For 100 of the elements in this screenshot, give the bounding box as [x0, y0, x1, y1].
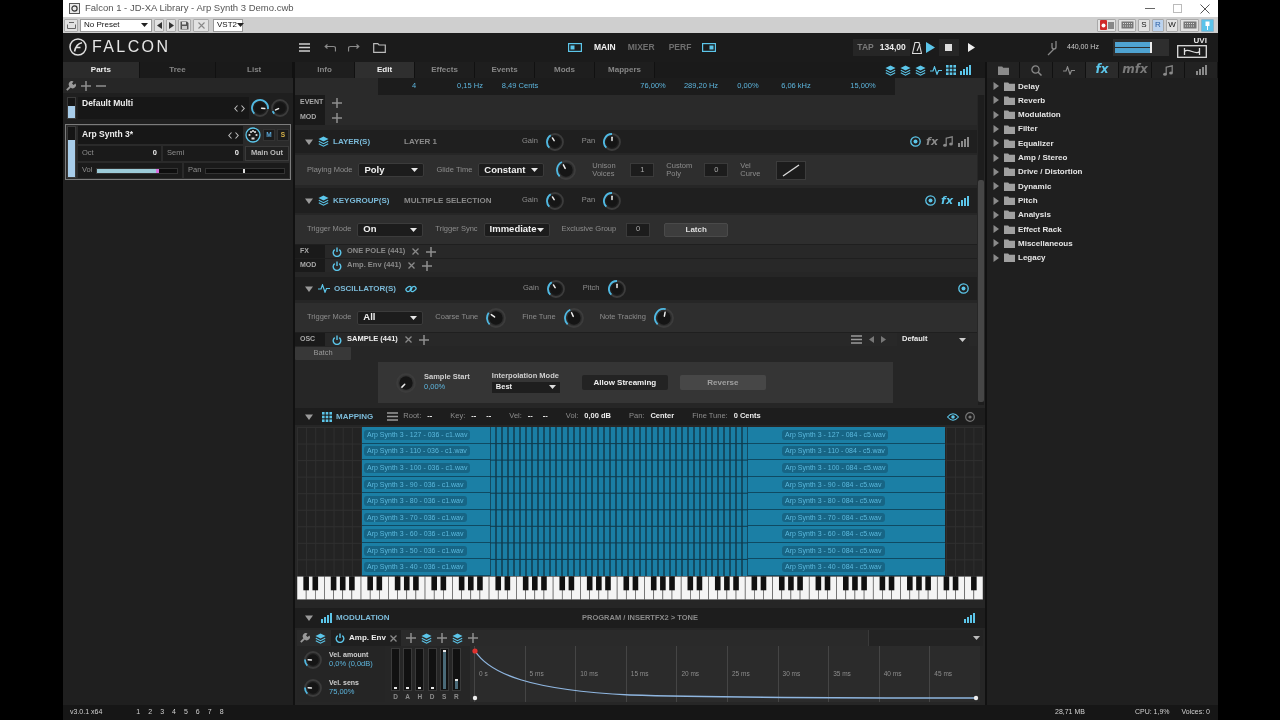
plus-icon[interactable] — [426, 246, 437, 257]
bar-chart-icon[interactable] — [958, 195, 969, 206]
knob[interactable] — [546, 279, 565, 298]
envelope-node[interactable] — [973, 695, 979, 701]
play-icon[interactable] — [925, 42, 935, 53]
browser-tab[interactable]: fx — [1086, 62, 1119, 78]
folder-item[interactable]: Equalizer — [992, 136, 1218, 151]
chevron-left-icon[interactable] — [234, 104, 238, 112]
chevron-right-icon[interactable] — [241, 104, 245, 112]
effects-toggle[interactable]: fx — [941, 195, 953, 206]
grid-icon[interactable] — [946, 65, 956, 75]
pan-slider[interactable] — [205, 167, 285, 174]
tempo-value[interactable]: 134,00 — [879, 42, 906, 53]
bar-chart-icon[interactable] — [964, 613, 975, 623]
envelope-slider[interactable] — [391, 648, 400, 691]
expand-arrow-icon[interactable] — [992, 210, 1000, 219]
scrollbar-thumb[interactable] — [978, 180, 984, 402]
panel-tab[interactable]: Parts — [63, 62, 140, 78]
expand-arrow-icon[interactable] — [992, 196, 1000, 205]
envelope-slider[interactable] — [427, 648, 437, 691]
music-note-icon[interactable] — [1163, 64, 1173, 76]
plus-icon[interactable] — [467, 633, 478, 643]
envelope-slider[interactable] — [415, 648, 425, 691]
param-button[interactable]: Latch — [664, 222, 729, 237]
folder-item[interactable]: Drive / Distortion — [992, 164, 1218, 180]
layers-icon[interactable] — [318, 195, 329, 206]
dropdown[interactable]: All — [357, 310, 424, 325]
folder-item[interactable]: Miscellaneous — [992, 236, 1218, 251]
redo-icon[interactable] — [348, 43, 360, 52]
midi-icon[interactable] — [245, 127, 261, 143]
knob[interactable] — [304, 651, 322, 669]
layers-icon[interactable] — [451, 632, 463, 644]
part-name[interactable]: Default Multi — [82, 99, 133, 109]
folder-icon[interactable] — [373, 42, 386, 53]
keyboard-button[interactable] — [1180, 18, 1199, 32]
knob[interactable] — [251, 99, 269, 117]
knob[interactable] — [556, 160, 577, 180]
knob[interactable] — [486, 307, 507, 328]
folder-item[interactable]: Dynamic — [992, 179, 1218, 194]
dropdown[interactable]: On — [357, 222, 424, 237]
panel-toggle-icon[interactable] — [568, 43, 582, 52]
layers-icon[interactable] — [420, 632, 432, 644]
power-icon[interactable] — [332, 260, 342, 271]
eye-icon[interactable] — [947, 412, 959, 421]
plus-icon[interactable] — [81, 80, 91, 91]
toggle-button[interactable]: Allow Streaming — [581, 375, 668, 390]
browser-tab[interactable] — [1053, 62, 1086, 78]
editor-tab[interactable]: Events — [475, 62, 535, 78]
scrollbar[interactable] — [978, 95, 984, 405]
format-dropdown[interactable]: VST2 — [213, 18, 243, 32]
waveform-icon[interactable] — [930, 65, 942, 75]
folder-item[interactable]: Legacy — [992, 250, 1218, 265]
browser-tab[interactable]: mfx — [1119, 62, 1152, 78]
grid-icon[interactable] — [322, 411, 332, 422]
wrench-icon[interactable] — [300, 633, 310, 643]
panel-toggle-icon[interactable] — [702, 43, 717, 52]
preset-dropdown[interactable]: No Preset — [80, 18, 152, 32]
expand-arrow-icon[interactable] — [992, 82, 1000, 91]
close-icon[interactable] — [389, 634, 397, 642]
expand-arrow-icon[interactable] — [305, 412, 313, 421]
volume-slider[interactable] — [96, 167, 178, 174]
effects-toggle[interactable]: fx — [926, 136, 938, 147]
remove-button[interactable] — [193, 18, 209, 32]
envelope-node[interactable] — [472, 695, 478, 701]
knob[interactable] — [545, 191, 564, 210]
expand-arrow-icon[interactable] — [992, 125, 1000, 134]
expand-arrow-icon[interactable] — [305, 196, 313, 205]
bar-chart-icon[interactable] — [960, 65, 971, 75]
editor-tab[interactable]: Mods — [535, 62, 595, 78]
tap-label[interactable]: TAP — [857, 42, 874, 53]
wrench-icon[interactable] — [66, 80, 76, 91]
browser-tab[interactable] — [1152, 62, 1185, 78]
expand-arrow-icon[interactable] — [992, 239, 1000, 248]
knob[interactable] — [603, 132, 622, 151]
keyboard-button[interactable] — [1118, 18, 1136, 32]
expand-arrow-icon[interactable] — [305, 284, 313, 293]
metronome-icon[interactable] — [911, 41, 922, 54]
dropdown[interactable]: Poly — [358, 163, 425, 177]
close-icon[interactable] — [1200, 3, 1210, 14]
waveform-icon[interactable] — [1063, 65, 1075, 75]
host-menu-button[interactable] — [64, 18, 78, 32]
close-icon[interactable] — [412, 248, 420, 255]
list-icon[interactable] — [851, 335, 862, 344]
expand-arrow-icon[interactable] — [992, 153, 1000, 162]
knob[interactable] — [271, 99, 289, 117]
toggle-button[interactable]: S — [1138, 18, 1150, 32]
bar-chart-icon[interactable] — [1195, 65, 1207, 75]
layers-icon[interactable] — [915, 64, 926, 76]
undo-icon[interactable] — [324, 43, 336, 52]
browser-tab[interactable] — [987, 62, 1020, 78]
folder-item[interactable]: Reverb — [992, 93, 1218, 108]
power-icon[interactable] — [332, 246, 342, 257]
browser-tab[interactable] — [1020, 62, 1053, 78]
minus-icon[interactable] — [96, 84, 106, 87]
editor-tab[interactable]: Mappers — [595, 62, 655, 78]
bar-chart-icon[interactable] — [321, 613, 332, 623]
close-icon[interactable] — [408, 262, 416, 269]
folder-item[interactable]: Effect Rack — [992, 221, 1218, 237]
dial-icon[interactable] — [965, 411, 975, 422]
velocity-curve[interactable] — [776, 160, 807, 180]
